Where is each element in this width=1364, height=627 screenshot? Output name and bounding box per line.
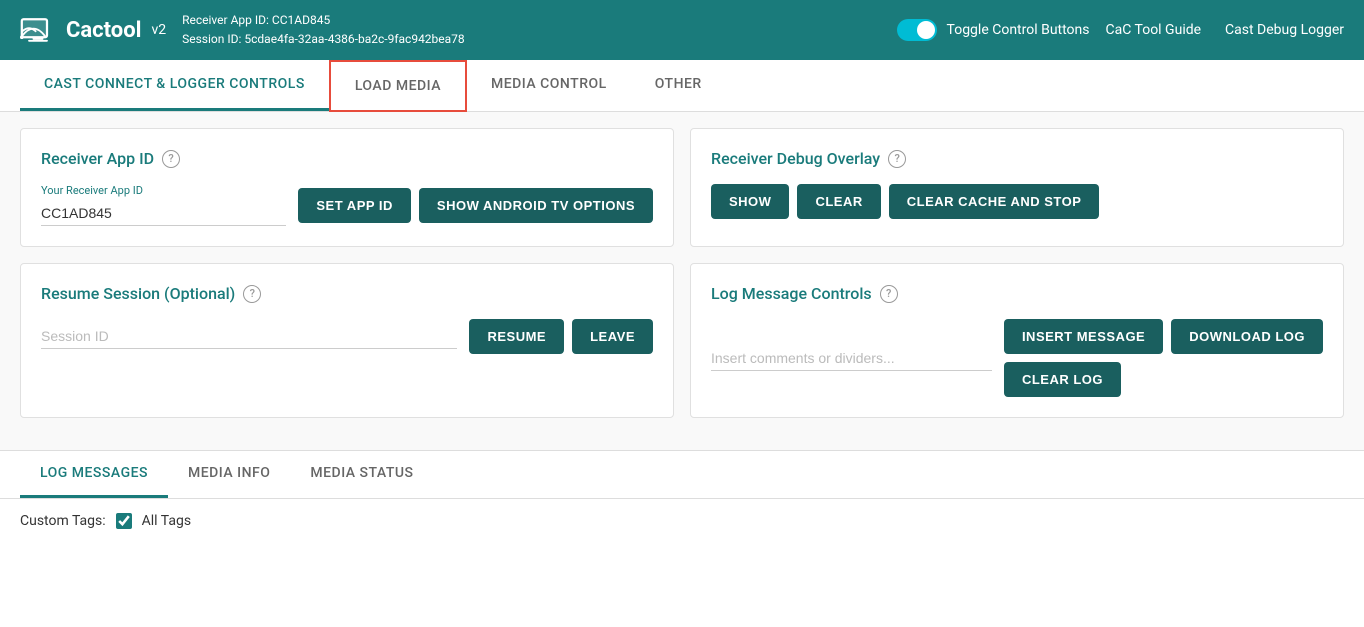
log-message-controls-card: Log Message Controls ? INSERT MESSAGE DO… [690,263,1344,418]
log-buttons-row1: INSERT MESSAGE DOWNLOAD LOG [1004,319,1323,354]
brand-name: Cactool [66,18,141,43]
main-tabs: CAST CONNECT & LOGGER CONTROLS LOAD MEDI… [0,60,1364,112]
tab-media-info[interactable]: MEDIA INFO [168,451,290,498]
cast-logo-icon [20,12,56,48]
main-content: Receiver App ID ? Your Receiver App ID S… [0,112,1364,450]
session-id-info: Session ID: 5cdae4fa-32aa-4386-ba2c-9fac… [182,30,880,49]
toggle-label: Toggle Control Buttons [947,22,1090,38]
receiver-debug-buttons: SHOW CLEAR CLEAR CACHE AND STOP [711,184,1323,219]
resume-button[interactable]: RESUME [469,319,564,354]
resume-session-buttons: RESUME LEAVE [469,319,653,354]
receiver-app-id-buttons: SET APP ID SHOW ANDROID TV OPTIONS [298,188,653,223]
resume-session-help-icon[interactable]: ? [243,285,261,303]
clear-cache-and-stop-button[interactable]: CLEAR CACHE AND STOP [889,184,1100,219]
comment-input[interactable] [711,346,992,371]
insert-message-button[interactable]: INSERT MESSAGE [1004,319,1163,354]
log-message-content: INSERT MESSAGE DOWNLOAD LOG CLEAR LOG [711,319,1323,397]
log-area [0,543,1364,603]
leave-button[interactable]: LEAVE [572,319,653,354]
clear-button[interactable]: CLEAR [797,184,880,219]
custom-tags-bar: Custom Tags: All Tags [0,499,1364,543]
session-id-input-group [41,324,457,349]
session-id-label: Session ID: [182,32,241,46]
cards-grid: Receiver App ID ? Your Receiver App ID S… [20,128,1344,418]
receiver-app-id-help-icon[interactable]: ? [162,150,180,168]
receiver-app-id-input-group: Your Receiver App ID [41,184,286,226]
tab-log-messages[interactable]: LOG MESSAGES [20,451,168,498]
receiver-app-id-card: Receiver App ID ? Your Receiver App ID S… [20,128,674,247]
tab-cast-connect[interactable]: CAST CONNECT & LOGGER CONTROLS [20,60,329,111]
receiver-debug-card: Receiver Debug Overlay ? SHOW CLEAR CLEA… [690,128,1344,247]
receiver-app-id-value: CC1AD845 [272,13,330,27]
receiver-app-id-label: Receiver App ID: [182,13,269,27]
toggle-control[interactable]: Toggle Control Buttons [897,19,1090,41]
header-info: Receiver App ID: CC1AD845 Session ID: 5c… [182,11,880,49]
all-tags-label: All Tags [142,513,191,529]
set-app-id-button[interactable]: SET APP ID [298,188,411,223]
bottom-tabs: LOG MESSAGES MEDIA INFO MEDIA STATUS [0,451,1364,499]
bottom-section: LOG MESSAGES MEDIA INFO MEDIA STATUS Cus… [0,450,1364,603]
receiver-app-id-info: Receiver App ID: CC1AD845 [182,11,880,30]
all-tags-checkbox[interactable] [116,513,132,529]
receiver-app-id-card-title: Receiver App ID ? [41,149,653,168]
log-message-help-icon[interactable]: ? [880,285,898,303]
receiver-app-id-content: Your Receiver App ID SET APP ID SHOW AND… [41,184,653,226]
toggle-switch[interactable] [897,19,937,41]
tab-other[interactable]: OTHER [631,60,726,111]
log-buttons-row2: CLEAR LOG [1004,362,1323,397]
brand: Cactool v2 [20,12,166,48]
resume-session-card: Resume Session (Optional) ? RESUME LEAVE [20,263,674,418]
tab-media-control[interactable]: MEDIA CONTROL [467,60,631,111]
download-log-button[interactable]: DOWNLOAD LOG [1171,319,1323,354]
header-links: CaC Tool Guide Cast Debug Logger [1106,22,1345,38]
custom-tags-label: Custom Tags: [20,513,106,529]
receiver-app-id-input-label: Your Receiver App ID [41,184,286,197]
tab-media-status[interactable]: MEDIA STATUS [290,451,433,498]
brand-version: v2 [151,22,166,38]
session-id-input[interactable] [41,324,457,349]
resume-session-card-title: Resume Session (Optional) ? [41,284,653,303]
cast-debug-logger-link[interactable]: Cast Debug Logger [1225,22,1344,38]
header: Cactool v2 Receiver App ID: CC1AD845 Ses… [0,0,1364,60]
receiver-debug-help-icon[interactable]: ? [888,150,906,168]
session-id-value: 5cdae4fa-32aa-4386-ba2c-9fac942bea78 [244,32,464,46]
show-button[interactable]: SHOW [711,184,789,219]
show-android-tv-button[interactable]: SHOW ANDROID TV OPTIONS [419,188,653,223]
tab-load-media[interactable]: LOAD MEDIA [329,60,467,112]
clear-log-button[interactable]: CLEAR LOG [1004,362,1121,397]
resume-session-content: RESUME LEAVE [41,319,653,354]
receiver-app-id-input[interactable] [41,201,286,226]
log-buttons-group: INSERT MESSAGE DOWNLOAD LOG CLEAR LOG [1004,319,1323,397]
receiver-debug-card-title: Receiver Debug Overlay ? [711,149,1323,168]
cac-tool-guide-link[interactable]: CaC Tool Guide [1106,22,1202,38]
log-message-controls-title: Log Message Controls ? [711,284,1323,303]
